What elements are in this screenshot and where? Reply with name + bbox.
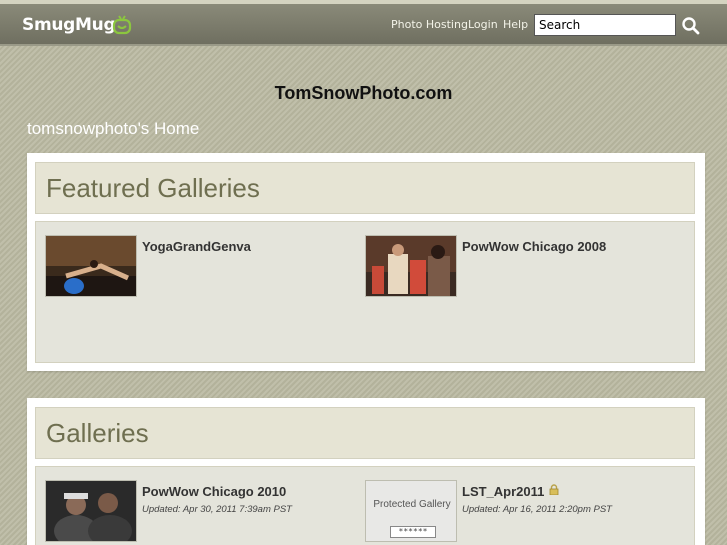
- featured-galleries-body: YogaGrandGenva PowWow Chicago 2008: [35, 221, 695, 363]
- search-input[interactable]: [534, 14, 676, 36]
- gallery-title-text: LST_Apr2011: [462, 484, 545, 499]
- gallery-updated-date: Updated: Apr 30, 2011 7:39am PST: [142, 504, 292, 515]
- gallery-title-link[interactable]: LST_Apr2011: [462, 484, 559, 499]
- gallery-title-link[interactable]: YogaGrandGenva: [142, 239, 251, 254]
- galleries-body: PowWow Chicago 2010 Updated: Apr 30, 201…: [35, 466, 695, 545]
- featured-galleries-header: Featured Galleries: [35, 162, 695, 214]
- galleries-panel: Galleries PowWow Chicago 2010 Updated: A…: [27, 398, 705, 545]
- gallery-title-link[interactable]: PowWow Chicago 2010: [142, 484, 286, 499]
- top-bar: SmugMug Photo Hosting Login Help: [0, 0, 727, 46]
- gallery-thumbnail[interactable]: [45, 235, 137, 297]
- gallery-thumbnail[interactable]: [365, 235, 457, 297]
- gallery-title-link[interactable]: PowWow Chicago 2008: [462, 239, 606, 254]
- gallery-thumbnail[interactable]: [45, 480, 137, 542]
- galleries-heading: Galleries: [46, 418, 149, 448]
- featured-galleries-heading: Featured Galleries: [46, 173, 260, 203]
- galleries-header: Galleries: [35, 407, 695, 459]
- featured-galleries-panel: Featured Galleries YogaGrandGenva PowWow…: [27, 153, 705, 371]
- site-title[interactable]: TomSnowPhoto.com: [0, 83, 727, 104]
- nav-photo-hosting[interactable]: Photo Hosting: [391, 18, 468, 31]
- smugmug-logo[interactable]: SmugMug: [22, 15, 116, 35]
- smugmug-smile-icon: [112, 15, 132, 35]
- gallery-updated-date: Updated: Apr 16, 2011 2:20pm PST: [462, 504, 612, 515]
- nav-login[interactable]: Login: [468, 18, 498, 31]
- protected-gallery-mask: ******: [390, 526, 436, 538]
- lock-icon: [549, 484, 559, 496]
- search-icon[interactable]: [681, 16, 701, 36]
- nav-help[interactable]: Help: [503, 18, 528, 31]
- home-title: tomsnowphoto's Home: [27, 119, 200, 138]
- protected-gallery-label: Protected Gallery: [373, 499, 451, 510]
- protected-gallery-thumbnail[interactable]: Protected Gallery ******: [365, 480, 457, 542]
